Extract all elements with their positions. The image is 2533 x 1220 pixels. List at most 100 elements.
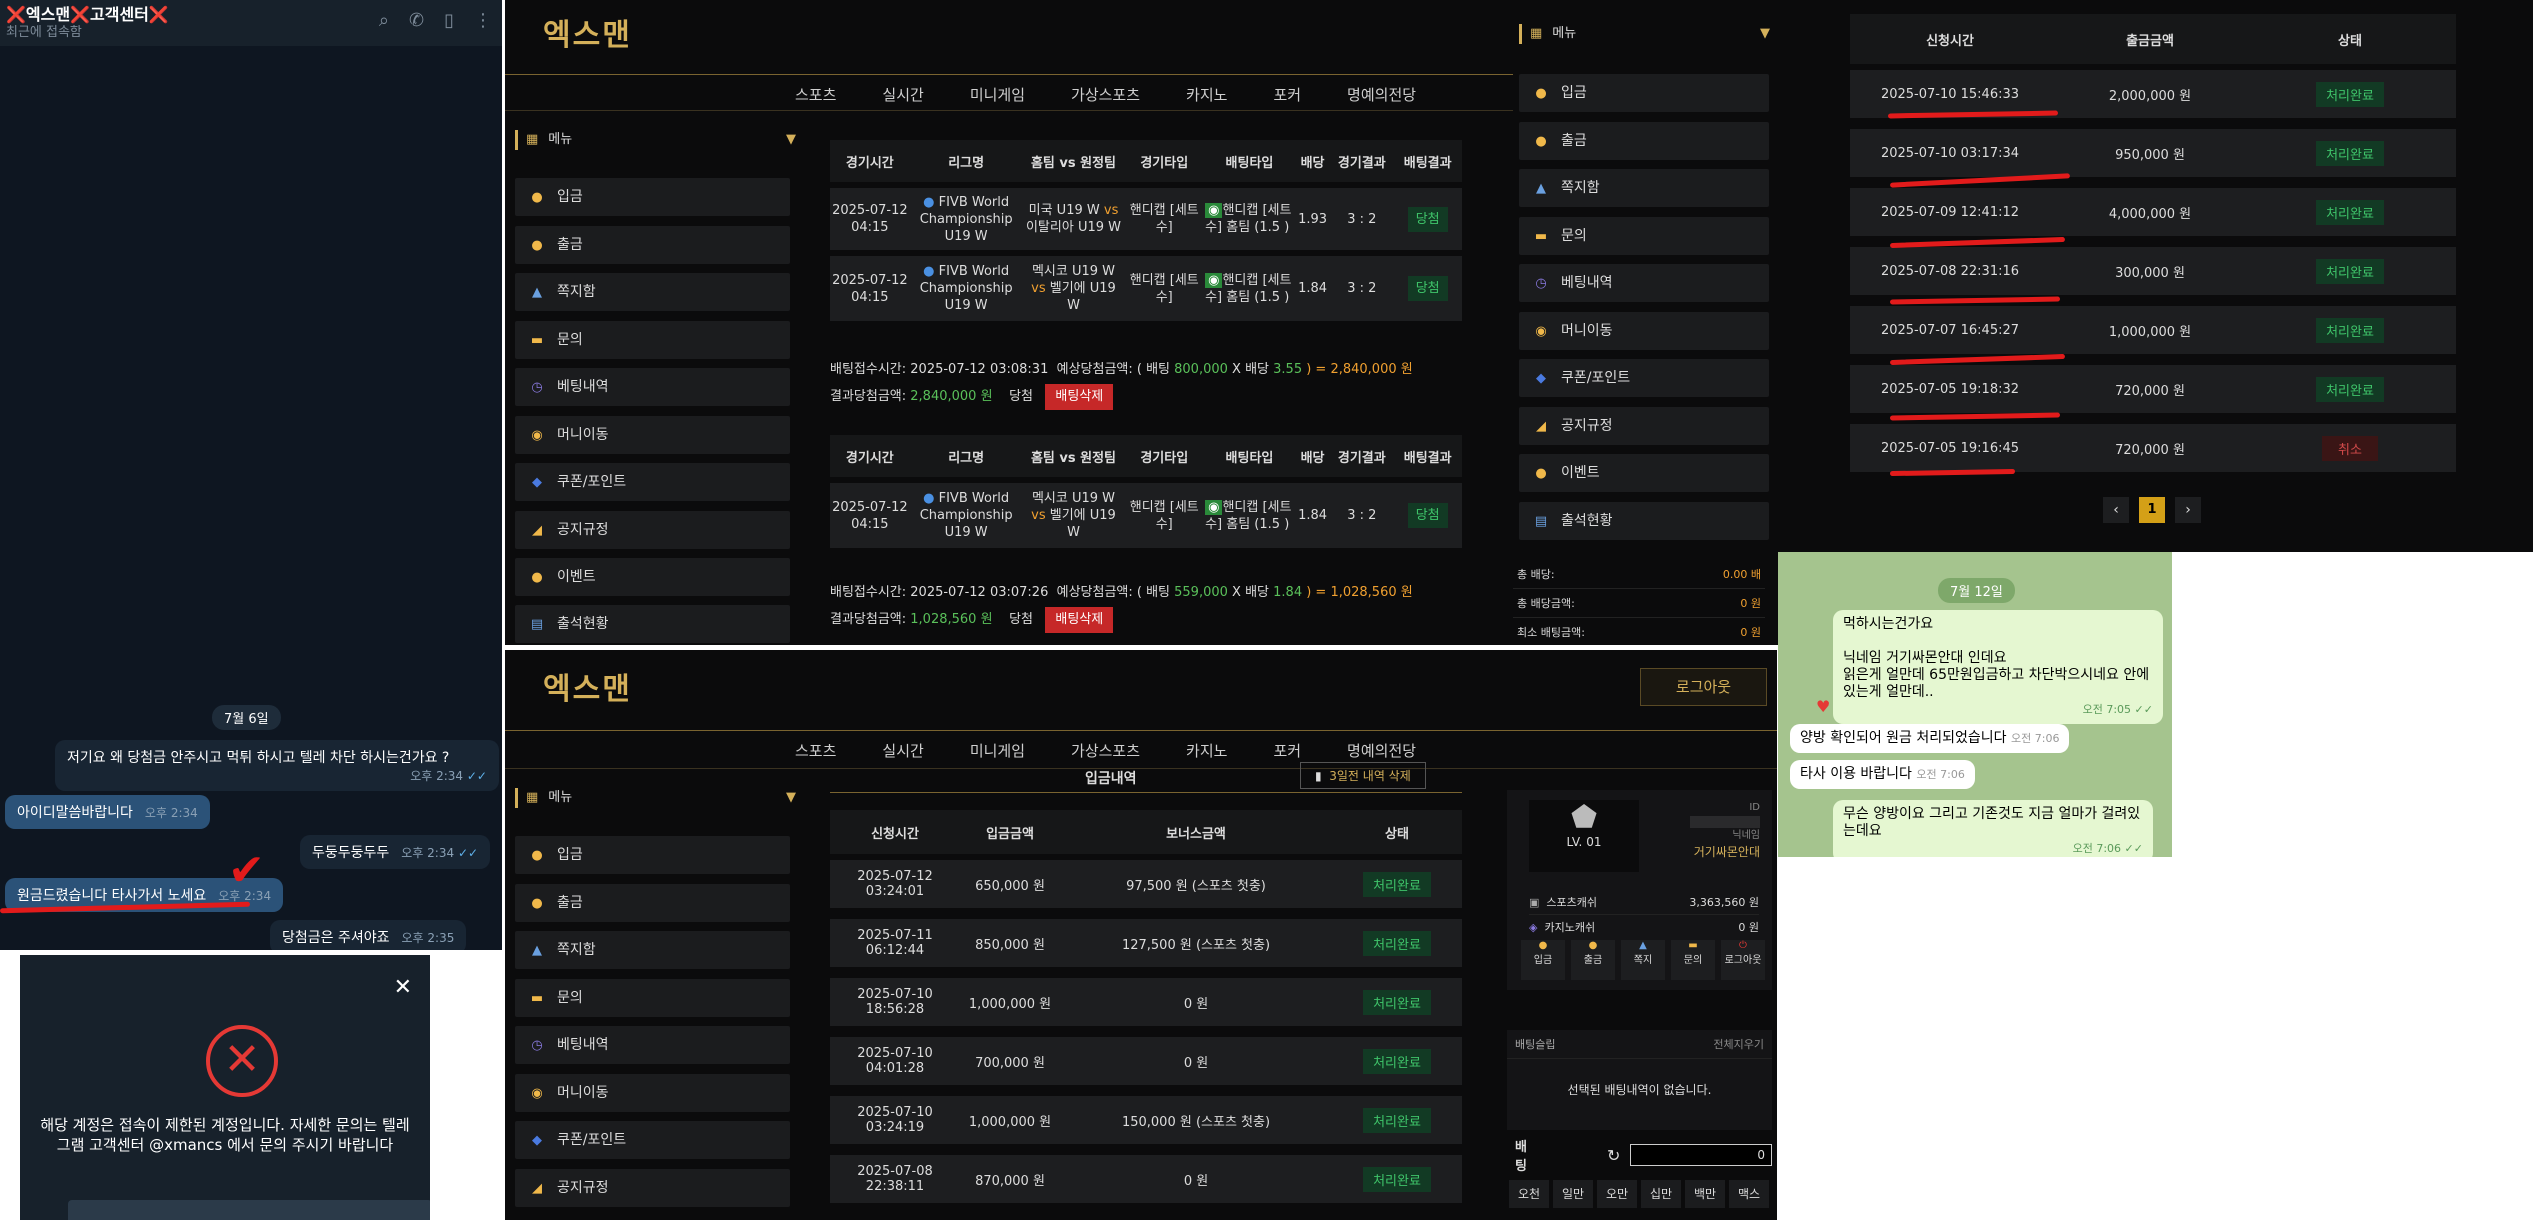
menu-item-coupon[interactable]: ◆ 쿠폰/포인트 [1519, 359, 1769, 397]
menu-item-label: 공지규정 [557, 522, 609, 538]
logout-button[interactable]: 로그아웃 [1640, 668, 1767, 706]
slip-summary: 배팅접수시간: 2025-07-12 03:08:31 예상당첨금액: ( 배팅… [830, 360, 1413, 410]
quick-withdraw-button[interactable]: ● 출금 [1571, 940, 1615, 980]
nav-virtual[interactable]: 가상스포츠 [1071, 740, 1140, 761]
nav-sports[interactable]: 스포츠 [795, 84, 836, 105]
menu-item-inquiry[interactable]: ▬ 문의 [515, 321, 790, 359]
close-icon[interactable]: ✕ [394, 975, 412, 1000]
away-team: 이탈리아 U19 W [1025, 220, 1121, 235]
menu-item-inquiry[interactable]: ▬ 문의 [515, 979, 790, 1017]
summary-value: 0 원 [1740, 597, 1761, 610]
nav-live[interactable]: 실시간 [882, 84, 923, 105]
site-logo[interactable]: 엑스맨 [543, 10, 632, 54]
menu-item-messages[interactable]: ▲ 쪽지함 [1519, 169, 1769, 207]
quick-deposit-button[interactable]: ● 입금 [1521, 940, 1565, 980]
menu-item-deposit[interactable]: ● 입금 [515, 836, 790, 874]
nav-casino[interactable]: 카지노 [1186, 740, 1227, 761]
delete-old-history-button[interactable]: ▮ 3일전 내역 삭제 [1300, 762, 1426, 789]
menu-item-notice[interactable]: ◢ 공지규정 [515, 1169, 790, 1207]
phone-icon[interactable]: ✆ [409, 10, 424, 31]
menu-item-withdraw[interactable]: ● 출금 [515, 226, 790, 264]
refresh-icon[interactable]: ↻ [1607, 1146, 1620, 1165]
nav-casino[interactable]: 카지노 [1186, 84, 1227, 105]
message-text: 저기요 왜 당첨금 안주시고 먹튀 하시고 텔레 차단 하시는건가요 ? [67, 750, 450, 766]
menu-item-notice[interactable]: ◢ 공지규정 [515, 511, 790, 549]
message-time: 오전 7:06 [2072, 842, 2122, 855]
menu-item-coupon[interactable]: ◆ 쿠폰/포인트 [515, 1121, 790, 1159]
deposit-amount: 1,000,000 원 [968, 1114, 1052, 1130]
clear-cart-button[interactable]: 전체지우기 [1713, 1036, 1764, 1052]
confirm-button[interactable] [68, 1200, 430, 1220]
nav-live[interactable]: 실시간 [882, 740, 923, 761]
bonus-amount: 127,500 원 (스포츠 첫충) [1121, 937, 1271, 953]
bet-amount-input[interactable]: 0 [1630, 1144, 1772, 1166]
nav-hall-of-fame[interactable]: 명예의전당 [1347, 84, 1416, 105]
quick-messages-button[interactable]: ▲ 쪽지 [1621, 940, 1665, 980]
amount-button-max[interactable]: 맥스 [1729, 1180, 1769, 1208]
menu-item-deposit[interactable]: ● 입금 [515, 178, 790, 216]
megaphone-icon: ◢ [1536, 419, 1546, 434]
nav-hall-of-fame[interactable]: 명예의전당 [1347, 740, 1416, 761]
menu-item-inquiry[interactable]: ▬ 문의 [1519, 217, 1769, 255]
menu-item-withdraw[interactable]: ● 출금 [515, 884, 790, 922]
nav-virtual[interactable]: 가상스포츠 [1071, 84, 1140, 105]
search-icon[interactable]: ⌕ [379, 10, 389, 31]
menu-header[interactable]: ▦ 메뉴 ▼ [515, 130, 796, 150]
more-icon[interactable]: ⋮ [474, 10, 492, 31]
quick-label: 입금 [1533, 955, 1553, 966]
nav-sports[interactable]: 스포츠 [795, 740, 836, 761]
nav-minigame[interactable]: 미니게임 [970, 740, 1025, 761]
level-text: LV. 01 [1566, 835, 1602, 849]
menu-item-event[interactable]: ● 이벤트 [1519, 454, 1769, 492]
amount-button-100000[interactable]: 십만 [1641, 1180, 1681, 1208]
amount-button-1000000[interactable]: 백만 [1685, 1180, 1725, 1208]
menu-item-bet-history[interactable]: ◷ 베팅내역 [515, 1026, 790, 1064]
nav-poker[interactable]: 포커 [1273, 740, 1301, 761]
telegram-chat-2: 7월 12일 먹하시는건가요 닉네임 거기싸몬안대 인데요 읽은게 얼만데 65… [1778, 552, 2172, 857]
menu-header[interactable]: ▦ 메뉴 ▼ [1519, 24, 1770, 44]
delete-bet-button[interactable]: 배팅삭제 [1045, 384, 1114, 410]
delete-bet-button[interactable]: 배팅삭제 [1045, 607, 1114, 633]
away-team: 벨기에 U19 W [1049, 281, 1116, 313]
menu-item-money-transfer[interactable]: ◉ 머니이동 [1519, 312, 1769, 350]
quick-label: 쪽지 [1633, 955, 1653, 966]
menu-item-money-transfer[interactable]: ◉ 머니이동 [515, 416, 790, 454]
deposit-title-bar: 입금내역 ▮ 3일전 내역 삭제 [830, 762, 1462, 793]
menu-item-attendance[interactable]: ▤ 출석현황 [515, 605, 790, 643]
table-row: 2025-07-10 04:01:28 700,000 원 0 원 처리완료 [830, 1037, 1462, 1085]
withdraw-amount: 720,000 원 [2115, 442, 2185, 458]
next-page-button[interactable]: › [2175, 497, 2201, 523]
nav-minigame[interactable]: 미니게임 [970, 84, 1025, 105]
menu-item-money-transfer[interactable]: ◉ 머니이동 [515, 1074, 790, 1112]
menu-item-coupon[interactable]: ◆ 쿠폰/포인트 [515, 463, 790, 501]
menu-item-bet-history[interactable]: ◷ 베팅내역 [515, 368, 790, 406]
quick-logout-button[interactable]: ⏻ 로그아웃 [1721, 940, 1765, 980]
menu-item-messages[interactable]: ▲ 쪽지함 [515, 931, 790, 969]
score: 3 : 2 [1330, 480, 1394, 548]
site-logo[interactable]: 엑스맨 [543, 664, 632, 708]
menu-item-label: 공지규정 [1561, 418, 1613, 434]
bet-amount: 559,000 [1174, 585, 1228, 600]
menu-item-attendance[interactable]: ▤ 출석현황 [1519, 502, 1769, 540]
status-badge: 처리완료 [2316, 317, 2384, 343]
amount-button-5000[interactable]: 오천 [1509, 1180, 1549, 1208]
amount-button-10000[interactable]: 일만 [1553, 1180, 1593, 1208]
menu-item-deposit[interactable]: ● 입금 [1519, 74, 1769, 112]
menu-header[interactable]: ▦ 메뉴 ▼ [515, 788, 796, 808]
read-check-icon: ✓✓ [2131, 703, 2153, 716]
menu-item-withdraw[interactable]: ● 출금 [1519, 122, 1769, 160]
amount-button-50000[interactable]: 오만 [1597, 1180, 1637, 1208]
menu-item-bet-history[interactable]: ◷ 베팅내역 [1519, 264, 1769, 302]
result-label: 결과당첨금액: [830, 389, 911, 404]
summary-value: 0 원 [1740, 626, 1761, 639]
page-button-current[interactable]: 1 [2139, 497, 2165, 523]
menu-item-messages[interactable]: ▲ 쪽지함 [515, 273, 790, 311]
quick-inquiry-button[interactable]: ▬ 문의 [1671, 940, 1715, 980]
sidebar-toggle-icon[interactable]: ▯ [444, 10, 454, 31]
request-time: 2025-07-10 04:01:28 [857, 1046, 933, 1076]
eye-icon: ◉ [1205, 272, 1223, 288]
menu-item-event[interactable]: ● 이벤트 [515, 558, 790, 596]
nav-poker[interactable]: 포커 [1273, 84, 1301, 105]
menu-item-notice[interactable]: ◢ 공지규정 [1519, 407, 1769, 445]
prev-page-button[interactable]: ‹ [2103, 497, 2129, 523]
